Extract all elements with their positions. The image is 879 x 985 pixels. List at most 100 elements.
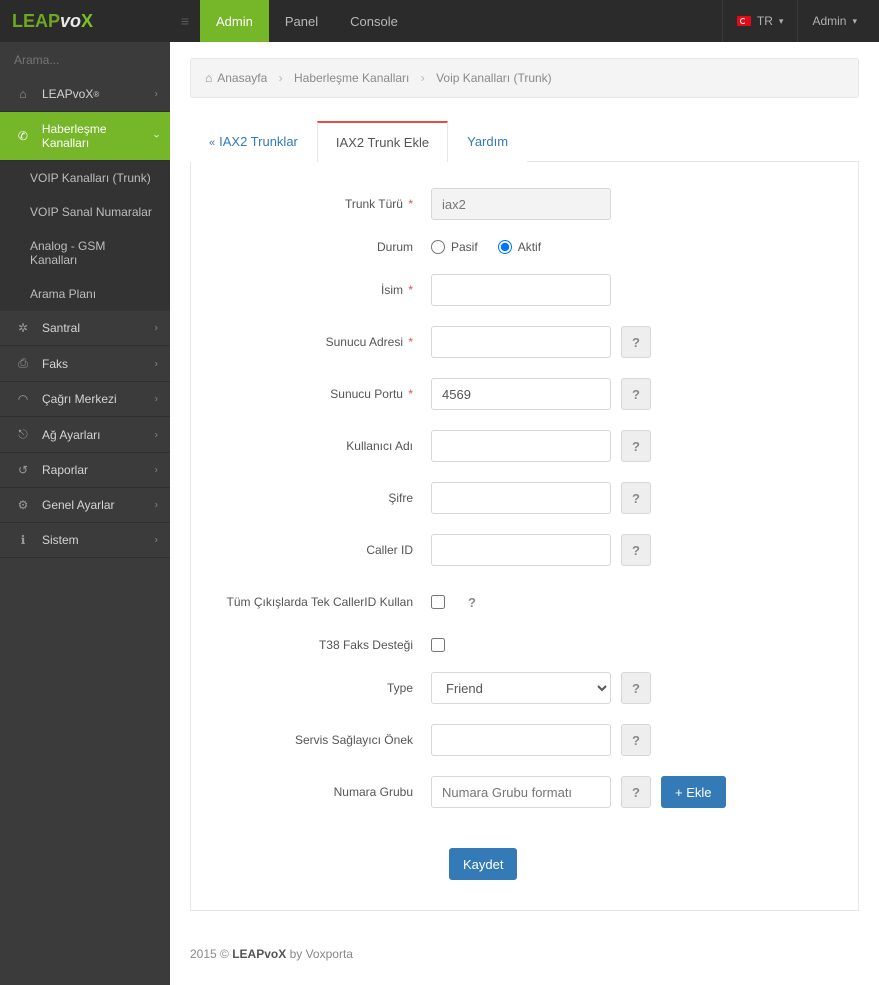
nav-console[interactable]: Console [334,0,414,42]
nav-admin[interactable]: Admin [200,0,269,42]
main-content: ⌂Anasayfa › Haberleşme Kanalları › Voip … [170,42,879,985]
sidebar-item-fax[interactable]: ⎙Faks› [0,346,170,382]
plus-icon: + [675,785,683,800]
flag-tr-icon [737,16,751,26]
language-code: TR [757,14,773,28]
topbar-right: TR ▾ Admin ▾ [722,0,879,42]
trunk-type-input [431,188,611,220]
sidebar-sub-voip-virtual[interactable]: VOIP Sanal Numaralar [0,195,170,229]
breadcrumb-home[interactable]: ⌂Anasayfa [205,71,267,85]
nav-panel[interactable]: Panel [269,0,334,42]
chevron-down-icon: ▾ [779,16,784,27]
help-icon[interactable]: ? [621,326,651,358]
chevron-right-icon: › [155,429,158,440]
server-port-label: Sunucu Portu * [211,387,431,401]
sidebar-sub-voip-trunk[interactable]: VOIP Kanalları (Trunk) [0,161,170,195]
status-active-option[interactable]: Aktif [498,240,541,254]
chevron-right-icon: › [155,323,158,334]
top-nav: Admin Panel Console [200,0,414,42]
callerid-input[interactable] [431,534,611,566]
language-switcher[interactable]: TR ▾ [722,0,798,42]
status-passive-radio[interactable] [431,240,445,254]
sidebar-item-callcenter[interactable]: ◠Çağrı Merkezi› [0,382,170,417]
server-addr-label: Sunucu Adresi * [211,335,431,349]
sidebar: ⌂LEAPvoX®› ✆Haberleşme Kanalları› VOIP K… [0,42,170,985]
help-icon[interactable]: ? [621,482,651,514]
chevron-down-icon: › [151,134,162,137]
help-icon[interactable]: ? [621,776,651,808]
user-label: Admin [812,14,846,28]
single-callerid-label: Tüm Çıkışlarda Tek CallerID Kullan [211,595,431,609]
breadcrumb-current: Voip Kanalları (Trunk) [436,71,552,85]
type-select[interactable]: Friend [431,672,611,704]
chevron-down-icon: ▾ [852,16,857,27]
prefix-label: Servis Sağlayıcı Önek [211,733,431,747]
sidebar-search [0,42,170,77]
help-icon[interactable]: ? [621,672,651,704]
password-input[interactable] [431,482,611,514]
server-port-input[interactable] [431,378,611,410]
password-label: Şifre [211,491,431,505]
t38-label: T38 Faks Desteği [211,638,431,652]
sidebar-item-settings[interactable]: ⚙Genel Ayarlar› [0,488,170,523]
callerid-label: Caller ID [211,543,431,557]
chevron-right-icon: › [155,89,158,100]
form-panel: Trunk Türü * Durum Pasif Aktif İsim * Su… [190,162,859,911]
prefix-input[interactable] [431,724,611,756]
sidebar-item-reports[interactable]: ↺Raporlar› [0,453,170,488]
tab-trunk-add[interactable]: IAX2 Trunk Ekle [317,121,448,162]
t38-checkbox[interactable] [431,638,445,652]
status-label: Durum [211,240,431,254]
save-button[interactable]: Kaydet [449,848,517,880]
tab-help[interactable]: Yardım [448,121,527,162]
chevron-right-icon: › [155,535,158,546]
footer: 2015 © LEAPvoX by Voxporta [190,947,859,961]
help-icon[interactable]: ? [621,378,651,410]
sidebar-menu: ⌂LEAPvoX®› ✆Haberleşme Kanalları› VOIP K… [0,77,170,558]
sidebar-item-network[interactable]: ⎋Ağ Ayarları› [0,417,170,453]
server-addr-input[interactable] [431,326,611,358]
help-icon[interactable]: ? [621,724,651,756]
sidebar-item-system[interactable]: ℹSistem› [0,523,170,558]
single-callerid-checkbox[interactable] [431,595,445,609]
name-input[interactable] [431,274,611,306]
status-passive-option[interactable]: Pasif [431,240,478,254]
user-menu[interactable]: Admin ▾ [797,0,871,42]
breadcrumb: ⌂Anasayfa › Haberleşme Kanalları › Voip … [190,58,859,98]
username-label: Kullanıcı Adı [211,439,431,453]
fax-icon: ⎙ [14,356,32,371]
username-input[interactable] [431,430,611,462]
topbar: LEAPvoX ≡ Admin Panel Console TR ▾ Admin… [0,0,879,42]
headset-icon: ◠ [14,392,32,406]
gear-icon: ⚙ [14,498,32,512]
chevron-right-icon: › [155,394,158,405]
breadcrumb-channels[interactable]: Haberleşme Kanalları [294,71,409,85]
logo-leap: LEAP [12,11,60,32]
name-label: İsim * [211,283,431,297]
help-icon[interactable]: ? [621,534,651,566]
logo-vo: vo [60,11,81,32]
tabs: «IAX2 Trunklar IAX2 Trunk Ekle Yardım [190,120,859,162]
double-left-icon: « [209,137,215,149]
sidebar-item-channels[interactable]: ✆Haberleşme Kanalları› [0,112,170,161]
number-group-label: Numara Grubu [211,785,431,799]
chevron-right-icon: › [155,500,158,511]
tab-trunks-list[interactable]: «IAX2 Trunklar [190,121,317,162]
help-icon[interactable]: ? [621,430,651,462]
search-input[interactable] [14,53,156,67]
trunk-type-label: Trunk Türü * [211,197,431,211]
type-label: Type [211,681,431,695]
sidebar-sub-analog-gsm[interactable]: Analog - GSM Kanalları [0,229,170,277]
sidebar-sub-dialplan[interactable]: Arama Planı [0,277,170,311]
asterisk-icon: ✲ [14,321,32,335]
sidebar-item-leapvox[interactable]: ⌂LEAPvoX®› [0,77,170,112]
chevron-right-icon: › [155,465,158,476]
add-number-group-button[interactable]: + Ekle [661,776,726,808]
sidebar-toggle-icon[interactable]: ≡ [170,0,200,42]
help-icon[interactable]: ? [457,586,487,618]
status-active-radio[interactable] [498,240,512,254]
sidebar-item-pbx[interactable]: ✲Santral› [0,311,170,346]
logo[interactable]: LEAPvoX [0,0,170,42]
chevron-right-icon: › [155,358,158,369]
number-group-input[interactable] [431,776,611,808]
